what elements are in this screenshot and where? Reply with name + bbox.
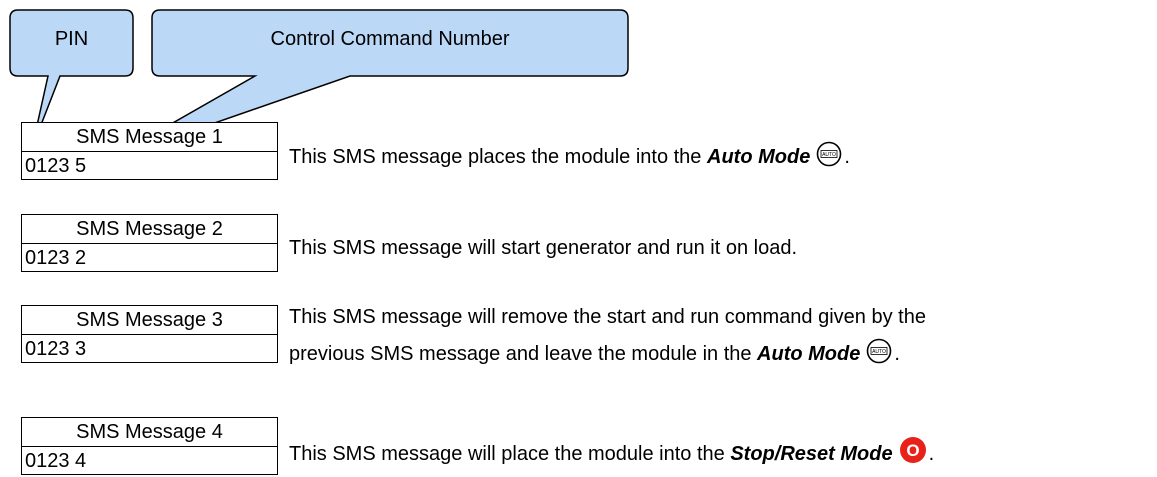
- sms-message-4-description: This SMS message will place the module i…: [289, 436, 934, 475]
- sms-message-3-title: SMS Message 3: [22, 306, 277, 335]
- description-text: previous SMS message and leave the modul…: [289, 343, 758, 365]
- mode-name: Auto Mode: [707, 146, 811, 168]
- description-suffix: .: [894, 343, 900, 365]
- sms-message-4-value: 0123 4: [25, 450, 87, 472]
- sms-message-3-box: SMS Message 3 0123 3: [21, 305, 278, 363]
- auto-mode-icon: AUTO: [816, 141, 842, 178]
- sms-message-2-description: This SMS message will start generator an…: [289, 237, 798, 259]
- pin-callout-label: PIN: [54, 28, 89, 50]
- description-text: This SMS message places the module into …: [289, 146, 707, 168]
- sms-message-2-box: SMS Message 2 0123 2: [21, 214, 278, 272]
- description-suffix: .: [928, 443, 935, 465]
- sms-message-4-box: SMS Message 4 0123 4: [21, 417, 278, 475]
- command-callout-label: Control Command Number: [270, 28, 510, 50]
- svg-text:AUTO: AUTO: [822, 152, 836, 158]
- sms-message-1-box: SMS Message 1 0123 5: [21, 122, 278, 180]
- svg-text:AUTO: AUTO: [872, 349, 886, 355]
- auto-mode-icon: AUTO: [866, 338, 892, 375]
- sms-message-1-title: SMS Message 1: [22, 123, 277, 152]
- mode-name: Auto Mode: [757, 343, 861, 365]
- sms-message-3-description-line1: This SMS message will remove the start a…: [289, 306, 926, 328]
- sms-message-2-value: 0123 2: [25, 247, 87, 269]
- stop-reset-icon: O: [899, 436, 927, 475]
- mode-name: Stop/Reset Mode: [730, 443, 893, 465]
- sms-message-1-value: 0123 5: [25, 155, 87, 177]
- sms-message-1-description: This SMS message places the module into …: [289, 140, 850, 178]
- description-suffix: .: [844, 146, 850, 168]
- sms-message-3-description-line2: previous SMS message and leave the modul…: [289, 337, 900, 375]
- sms-message-2-title: SMS Message 2: [22, 215, 277, 244]
- svg-text:O: O: [906, 441, 919, 460]
- description-text: This SMS message will place the module i…: [289, 443, 731, 465]
- sms-message-4-title: SMS Message 4: [22, 418, 277, 447]
- sms-message-3-value: 0123 3: [25, 338, 87, 360]
